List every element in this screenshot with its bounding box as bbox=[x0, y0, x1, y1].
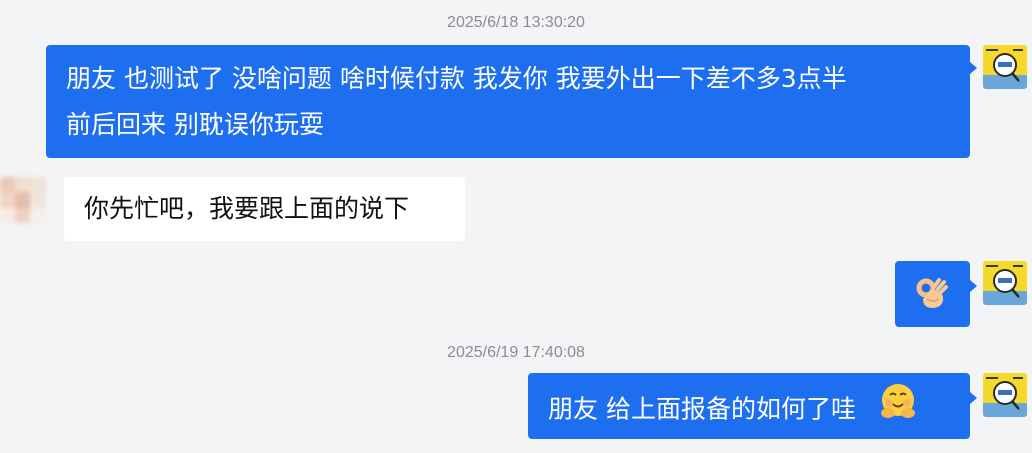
bubble-tail bbox=[970, 280, 977, 292]
my-avatar[interactable] bbox=[983, 261, 1027, 305]
hugging-face-emoji bbox=[878, 381, 918, 436]
timestamp: 2025/6/18 13:30:20 bbox=[447, 14, 585, 31]
message-text: 朋友 给上面报备的如何了哇 bbox=[548, 394, 856, 424]
outgoing-emoji-bubble[interactable] bbox=[895, 261, 970, 327]
message-line: 前后回来 别耽误你玩耍 bbox=[66, 110, 324, 139]
bubble-tail bbox=[970, 62, 977, 74]
message-text: 你先忙吧，我要跟上面的说下 bbox=[84, 194, 410, 223]
outgoing-message-bubble[interactable]: 朋友 也测试了 没啥问题 啥时候付款 我发你 我要外出一下差不多3点半 前后回来… bbox=[46, 45, 970, 158]
my-avatar[interactable] bbox=[983, 373, 1027, 417]
outgoing-message-bubble[interactable]: 朋友 给上面报备的如何了哇 bbox=[528, 373, 970, 439]
my-avatar[interactable] bbox=[983, 45, 1027, 89]
timestamp: 2025/6/19 17:40:08 bbox=[447, 344, 585, 361]
ok-hand-emoji bbox=[915, 277, 949, 326]
contact-avatar[interactable] bbox=[0, 177, 46, 223]
bubble-tail bbox=[970, 392, 977, 404]
message-line: 朋友 也测试了 没啥问题 啥时候付款 我发你 我要外出一下差不多3点半 bbox=[66, 64, 847, 93]
incoming-message-bubble[interactable]: 你先忙吧，我要跟上面的说下 bbox=[64, 177, 465, 241]
